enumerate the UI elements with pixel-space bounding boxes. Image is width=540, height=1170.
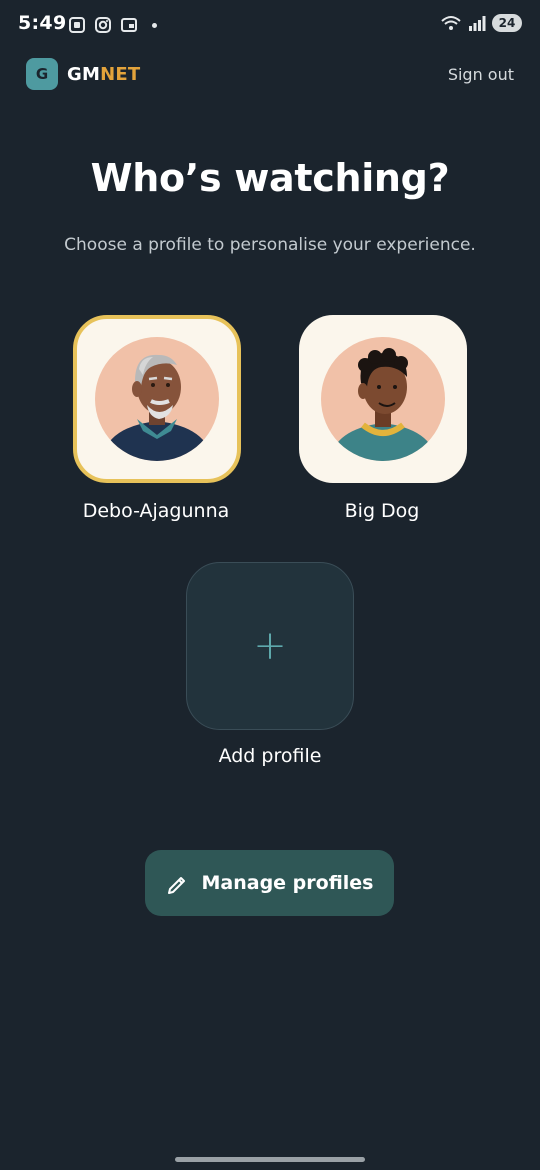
add-profile-button[interactable]: + bbox=[186, 562, 354, 730]
pencil-icon bbox=[167, 877, 185, 894]
manage-profiles-button[interactable]: Manage profiles bbox=[145, 850, 394, 916]
profile-card-big-dog[interactable] bbox=[299, 315, 467, 483]
home-indicator[interactable] bbox=[175, 1157, 365, 1162]
more-notifications-dot bbox=[152, 22, 157, 28]
profile-name-big-dog: Big Dog bbox=[344, 500, 420, 522]
elderly-man-avatar bbox=[95, 337, 219, 461]
instagram-icon bbox=[95, 17, 111, 33]
profile-name-debo-ajagunna: Debo-Ajagunna bbox=[82, 500, 230, 522]
cast-icon bbox=[121, 18, 137, 32]
wifi-icon bbox=[441, 16, 461, 30]
brand-name-part2: NET bbox=[100, 64, 141, 85]
app-header: G GMNET Sign out bbox=[26, 58, 514, 92]
signal-icon bbox=[469, 16, 486, 31]
profile-card-debo-ajagunna[interactable] bbox=[73, 315, 241, 483]
logo-badge: G bbox=[26, 58, 58, 90]
add-profile-label: Add profile bbox=[218, 745, 322, 767]
manage-profiles-label: Manage profiles bbox=[201, 872, 374, 894]
status-time: 5:49 bbox=[18, 12, 67, 34]
screenshot-icon bbox=[69, 17, 85, 33]
brand-name: GMNET bbox=[67, 64, 140, 85]
plus-icon: + bbox=[253, 623, 287, 669]
status-bar: 5:49 24 bbox=[0, 0, 540, 50]
status-notification-icons bbox=[68, 16, 157, 34]
young-man-avatar bbox=[321, 337, 445, 461]
status-system-icons: 24 bbox=[440, 14, 522, 32]
page-subtitle: Choose a profile to personalise your exp… bbox=[64, 235, 476, 255]
sign-out-link[interactable]: Sign out bbox=[448, 65, 514, 84]
brand-name-part1: GM bbox=[67, 64, 101, 85]
battery-indicator: 24 bbox=[492, 14, 522, 32]
page-title: Who’s watching? bbox=[90, 156, 450, 200]
